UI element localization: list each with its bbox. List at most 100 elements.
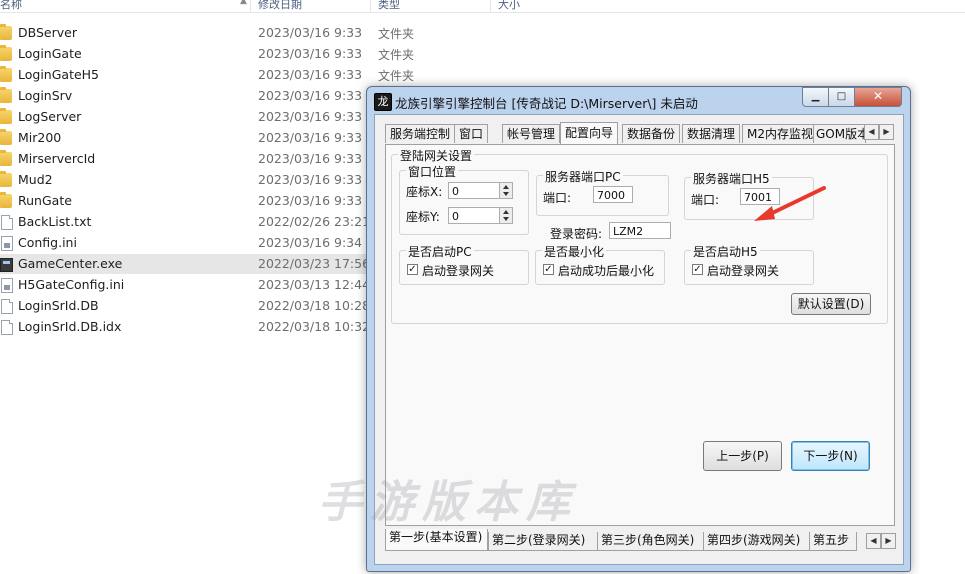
- tab-scroll-right-icon[interactable]: ▶: [879, 124, 894, 140]
- column-type-header[interactable]: 类型: [378, 0, 400, 12]
- file-name: LoginSrv: [18, 88, 73, 103]
- coord-y-label: 座标Y:: [406, 210, 440, 224]
- port-h5-label: 端口:: [691, 193, 720, 207]
- folder-icon: [0, 87, 12, 103]
- tab-step-5[interactable]: 第五步: [809, 532, 857, 551]
- file-row[interactable]: BackList.txt 2022/02/26 23:21: [0, 212, 372, 232]
- wizard-step-tab-strip: 第一步(基本设置) 第二步(登录网关) 第三步(角色网关) 第四步(游戏网关) …: [385, 529, 897, 551]
- tab-scroll-left-icon[interactable]: ◀: [864, 124, 879, 140]
- window-title: 龙族引擎引擎控制台 [传奇战记 D:\Mirserver\] 未启动: [395, 96, 698, 111]
- dragon-app-icon[interactable]: 龙: [374, 93, 392, 111]
- file-name: Mir200: [18, 130, 62, 145]
- previous-step-button[interactable]: 上一步(P): [703, 441, 782, 471]
- enable-h5-title: 是否启动H5: [691, 243, 760, 260]
- coord-y-input[interactable]: 0: [448, 207, 500, 224]
- login-password-input[interactable]: LZM2: [609, 222, 671, 239]
- next-step-button[interactable]: 下一步(N): [791, 441, 870, 471]
- port-pc-input[interactable]: 7000: [593, 186, 633, 203]
- tab-gom-version[interactable]: GOM版本: [813, 124, 866, 143]
- file-row[interactable]: H5GateConfig.ini 2023/03/13 12:44: [0, 275, 372, 295]
- file-row[interactable]: Config.ini 2023/03/16 9:34: [0, 233, 372, 253]
- coord-x-input[interactable]: 0: [448, 182, 500, 199]
- tab-data-cleanup[interactable]: 数据清理: [682, 124, 741, 143]
- file-name: LoginGate: [18, 46, 82, 61]
- sort-up-icon: ▲: [240, 0, 247, 6]
- close-button[interactable]: ✕: [854, 87, 902, 107]
- file-row[interactable]: LoginGate 2023/03/16 9:33 文件夹: [0, 44, 414, 64]
- enable-pc-check-label[interactable]: 启动登录网关: [422, 262, 494, 279]
- tab-window[interactable]: 窗口: [454, 124, 489, 143]
- enable-h5-group: 是否启动H5 ✓ 启动登录网关: [684, 243, 814, 285]
- window-position-group: 窗口位置 座标X: 0 座标Y: 0: [399, 163, 529, 235]
- folder-icon: [0, 66, 12, 82]
- coord-x-spinner[interactable]: [499, 182, 513, 199]
- tab-config-wizard[interactable]: 配置向导: [560, 122, 619, 144]
- server-port-h5-title: 服务器端口H5: [691, 170, 772, 187]
- site-watermark: 手游版本库: [318, 477, 578, 528]
- file-row[interactable]: LogServer 2023/03/16 9:33: [0, 107, 372, 127]
- ini-file-icon: [1, 236, 13, 251]
- file-date: 2023/03/16 9:33: [258, 67, 363, 82]
- tab-data-backup[interactable]: 数据备份: [622, 124, 681, 143]
- login-gate-settings-title: 登陆网关设置: [398, 147, 475, 164]
- enable-pc-checkbox[interactable]: ✓: [407, 264, 418, 275]
- enable-h5-check-label[interactable]: 启动登录网关: [707, 262, 779, 279]
- tab-step-1[interactable]: 第一步(基本设置): [385, 529, 488, 551]
- minimize-check-label[interactable]: 启动成功后最小化: [558, 262, 654, 279]
- tab-m2-memory[interactable]: M2内存监视: [742, 124, 818, 143]
- column-size-header[interactable]: 大小: [498, 0, 520, 12]
- coord-x-label: 座标X:: [406, 185, 443, 199]
- tab-step-3[interactable]: 第三步(角色网关): [597, 532, 705, 551]
- title-bar[interactable]: 龙 龙族引擎引擎控制台 [传奇战记 D:\Mirserver\] 未启动 ▁ □…: [367, 87, 910, 113]
- tab-account[interactable]: 帐号管理: [502, 124, 561, 143]
- column-divider[interactable]: [370, 0, 371, 12]
- file-row[interactable]: LoginSrId.DB 2022/03/18 10:28: [0, 296, 372, 316]
- folder-icon: [0, 108, 12, 124]
- file-name: Config.ini: [18, 235, 77, 250]
- window-position-title: 窗口位置: [406, 163, 459, 180]
- column-name-header[interactable]: 名称: [0, 0, 22, 12]
- server-port-pc-title: 服务器端口PC: [543, 168, 623, 185]
- file-row[interactable]: MirservercId 2023/03/16 9:33: [0, 149, 372, 169]
- minimize-group: 是否最小化 ✓ 启动成功后最小化: [535, 243, 665, 285]
- login-gate-settings-group: 登陆网关设置 窗口位置 座标X: 0 座标Y: 0 服务器端口PC 端口: 70…: [391, 147, 888, 324]
- file-row[interactable]: RunGate 2023/03/16 9:33: [0, 191, 372, 211]
- minimize-checkbox[interactable]: ✓: [543, 264, 554, 275]
- file-name: DBServer: [18, 25, 77, 40]
- default-settings-button[interactable]: 默认设置(D): [791, 293, 871, 315]
- file-row[interactable]: Mir200 2023/03/16 9:33: [0, 128, 372, 148]
- file-name: LoginSrId.DB.idx: [18, 319, 122, 334]
- enable-h5-checkbox[interactable]: ✓: [692, 264, 703, 275]
- step-scroll-right-icon[interactable]: ▶: [881, 533, 896, 549]
- file-date: 2022/03/18 10:28: [258, 298, 371, 313]
- file-row[interactable]: LoginGateH5 2023/03/16 9:33 文件夹: [0, 65, 414, 85]
- file-row[interactable]: GameCenter.exe 2022/03/23 17:56: [0, 254, 372, 274]
- tab-step-2[interactable]: 第二步(登录网关): [488, 532, 601, 551]
- minimize-title: 是否最小化: [542, 243, 607, 260]
- tab-server-control[interactable]: 服务端控制: [385, 124, 456, 143]
- file-type: 文件夹: [378, 48, 415, 62]
- file-date: 2023/03/16 9:33: [258, 172, 363, 187]
- tab-step-4[interactable]: 第四步(游戏网关): [703, 532, 811, 551]
- file-row[interactable]: Mud2 2023/03/16 9:33: [0, 170, 372, 190]
- file-date: 2022/02/26 23:21: [258, 214, 371, 229]
- db-file-icon: [1, 320, 13, 335]
- file-name: GameCenter.exe: [18, 256, 123, 271]
- column-divider[interactable]: [250, 0, 251, 12]
- file-date: 2023/03/13 12:44: [258, 277, 371, 292]
- file-date: 2022/03/18 10:32: [258, 319, 371, 334]
- file-name: BackList.txt: [18, 214, 92, 229]
- maximize-button[interactable]: □: [828, 87, 855, 107]
- file-row[interactable]: LoginSrv 2023/03/16 9:33: [0, 86, 372, 106]
- file-row[interactable]: LoginSrId.DB.idx 2022/03/18 10:32: [0, 317, 372, 337]
- file-date: 2022/03/23 17:56: [258, 256, 371, 271]
- file-name: LoginGateH5: [18, 67, 100, 82]
- file-row[interactable]: DBServer 2023/03/16 9:33 文件夹: [0, 23, 414, 43]
- minimize-button[interactable]: ▁: [802, 87, 829, 107]
- file-date: 2023/03/16 9:34: [258, 235, 363, 250]
- step-scroll-left-icon[interactable]: ◀: [866, 533, 881, 549]
- coord-y-spinner[interactable]: [499, 207, 513, 224]
- file-name: MirservercId: [18, 151, 96, 166]
- column-date-header[interactable]: 修改日期: [258, 0, 302, 12]
- column-divider[interactable]: [490, 0, 491, 12]
